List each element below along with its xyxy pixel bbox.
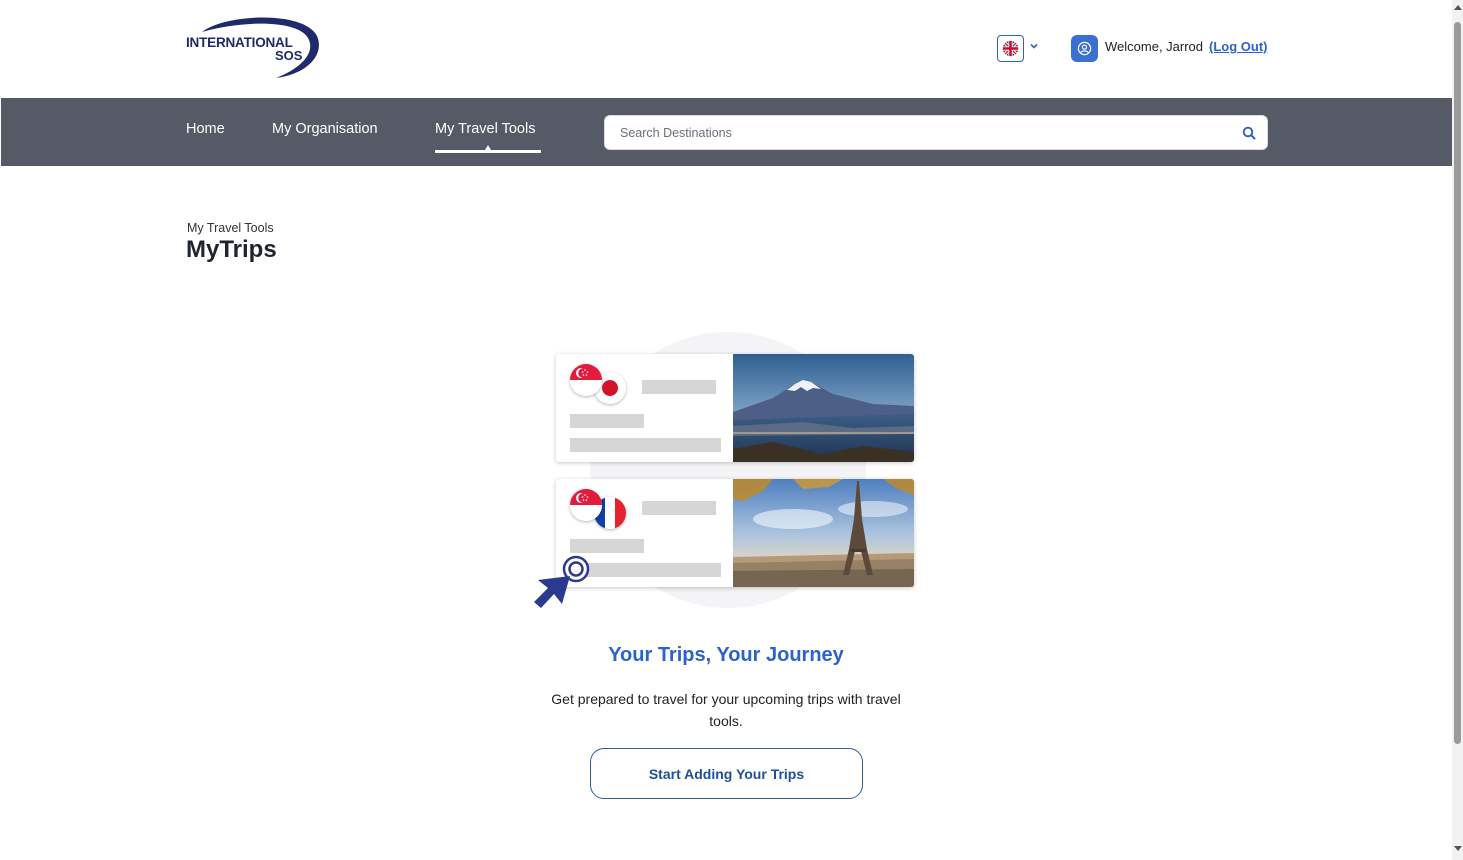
- international-sos-logo[interactable]: INTERNATIONAL SOS: [184, 12, 324, 80]
- breadcrumb[interactable]: My Travel Tools: [187, 221, 274, 235]
- scrollbar-thumb[interactable]: [1454, 22, 1461, 744]
- logout-link[interactable]: (Log Out): [1209, 39, 1267, 54]
- pointer-click-icon: [534, 555, 590, 608]
- singapore-flag-icon: [570, 489, 602, 521]
- scroll-up-arrow-icon[interactable]: [1454, 5, 1462, 10]
- placeholder-line: [642, 501, 716, 515]
- placeholder-line: [642, 380, 716, 394]
- main-navigation: Home My Organisation My Travel Tools: [1, 98, 1452, 166]
- placeholder-line: [570, 539, 644, 553]
- page-title: MyTrips: [186, 236, 277, 263]
- nav-item-my-organisation[interactable]: My Organisation: [272, 121, 378, 137]
- user-account-icon[interactable]: [1071, 35, 1098, 62]
- chevron-down-icon[interactable]: [1028, 40, 1040, 52]
- start-adding-trips-button[interactable]: Start Adding Your Trips: [590, 748, 863, 799]
- placeholder-line: [570, 438, 721, 452]
- logo-text-line2: SOS: [275, 48, 303, 63]
- search-icon[interactable]: [1241, 125, 1257, 141]
- mount-fuji-photo: [733, 354, 914, 462]
- top-header: INTERNATIONAL SOS Welcome, Jarrod (Log O…: [0, 0, 1452, 98]
- placeholder-line: [570, 414, 644, 428]
- empty-state-description: Get prepared to travel for your upcoming…: [551, 691, 901, 729]
- search-destinations-input[interactable]: [620, 116, 1230, 149]
- language-selector[interactable]: [997, 35, 1024, 62]
- destination-search: [604, 115, 1268, 150]
- nav-item-my-travel-tools[interactable]: My Travel Tools: [435, 121, 535, 137]
- uk-flag-icon: [1002, 40, 1019, 57]
- trips-illustration: [530, 332, 930, 612]
- singapore-flag-icon: [570, 364, 602, 396]
- page-scrollbar[interactable]: [1452, 0, 1463, 860]
- eiffel-tower-photo: [733, 479, 914, 587]
- sample-trip-card-japan: [556, 354, 914, 462]
- nav-item-home[interactable]: Home: [186, 121, 225, 137]
- active-tab-indicator: [435, 150, 541, 153]
- sample-trip-card-france: [556, 479, 914, 587]
- scroll-down-arrow-icon[interactable]: [1454, 846, 1462, 851]
- empty-state-headline: Your Trips, Your Journey: [608, 644, 844, 666]
- welcome-text: Welcome, Jarrod: [1105, 39, 1204, 54]
